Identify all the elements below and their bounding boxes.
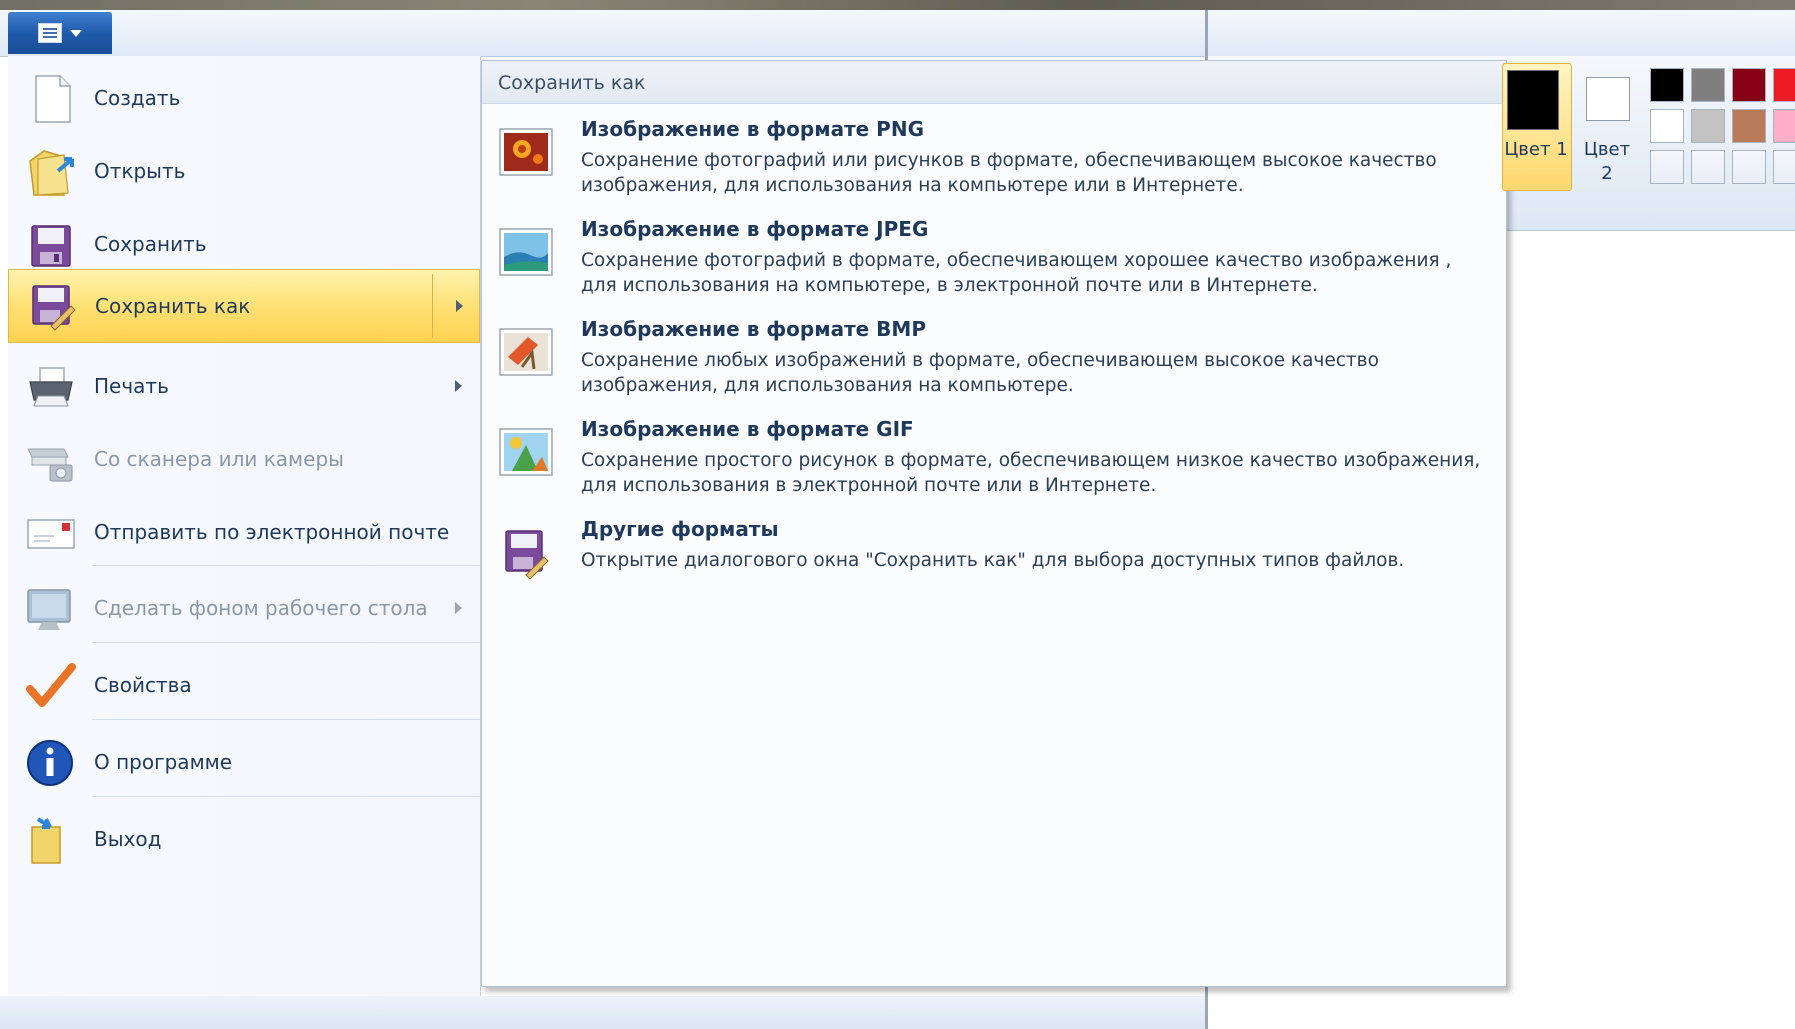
document-icon [38, 23, 62, 43]
submenu-header: Сохранить как [482, 61, 1506, 104]
file-menu: Создать Открыть Сохранить Сохранить как [8, 56, 481, 996]
menu-item-label: Свойства [94, 673, 192, 697]
menu-bottom-strip [0, 996, 1208, 1029]
palette-swatch[interactable] [1732, 109, 1766, 143]
other-formats-icon [505, 530, 549, 579]
submenu-title: Сохранить как [498, 72, 646, 94]
format-option-jpeg[interactable]: Изображение в формате JPEG Сохранение фо… [494, 217, 1494, 313]
format-option-png[interactable]: Изображение в формате PNG Сохранение фот… [494, 117, 1494, 213]
chevron-down-icon [70, 29, 82, 37]
chevron-right-icon[interactable] [456, 300, 463, 312]
menu-item-label: Выход [94, 827, 162, 851]
open-folder-icon [29, 150, 74, 196]
exit-icon [31, 817, 61, 864]
checkmark-icon [26, 663, 76, 707]
format-title: Другие форматы [581, 517, 779, 541]
palette-swatch[interactable] [1732, 68, 1766, 102]
format-title: Изображение в формате PNG [581, 117, 924, 141]
jpeg-image-icon [499, 228, 553, 276]
png-image-icon [499, 128, 553, 176]
desktop-monitor-icon [27, 589, 71, 630]
menu-item-new[interactable]: Создать [8, 56, 480, 140]
format-title: Изображение в формате GIF [581, 417, 914, 441]
palette-swatch[interactable] [1691, 68, 1725, 102]
menu-item-set-wallpaper: Сделать фоном рабочего стола [8, 566, 480, 650]
palette-swatch[interactable] [1691, 150, 1725, 184]
menu-item-label: О программе [94, 750, 233, 774]
window-top-strip [0, 0, 1795, 10]
new-document-icon [35, 75, 71, 123]
email-envelope-icon [27, 519, 75, 549]
menu-item-scanner: Со сканера или камеры [8, 417, 480, 501]
palette-swatch[interactable] [1773, 109, 1795, 143]
menu-item-label: Сохранить [94, 232, 207, 256]
chevron-right-icon [455, 602, 462, 614]
format-description: Открытие диалогового окна "Сохранить как… [581, 550, 1405, 571]
menu-item-label: Отправить по электронной почте [94, 520, 450, 544]
floppy-disk-icon [31, 225, 71, 267]
menu-item-label: Сделать фоном рабочего стола [94, 596, 428, 620]
palette-swatch[interactable] [1650, 150, 1684, 184]
chevron-right-icon [455, 380, 462, 392]
file-menu-button[interactable] [8, 12, 112, 54]
split-divider [432, 274, 433, 338]
format-title: Изображение в формате BMP [581, 317, 926, 341]
menu-item-properties[interactable]: Свойства [8, 643, 480, 727]
format-option-gif[interactable]: Изображение в формате GIF Сохранение про… [494, 417, 1494, 513]
menu-item-label: Создать [94, 86, 181, 110]
menu-item-label: Печать [94, 374, 169, 398]
palette-swatch[interactable] [1650, 68, 1684, 102]
format-description: Сохранение простого рисунок в формате, о… [581, 450, 1481, 496]
menu-item-label: Сохранить как [95, 294, 251, 318]
palette-swatch[interactable] [1732, 150, 1766, 184]
gif-image-icon [499, 428, 553, 476]
color1-label: Цвет 1 [1504, 139, 1568, 160]
format-description: Сохранение фотографий в формате, обеспеч… [581, 250, 1452, 296]
save-as-icon [32, 285, 76, 331]
format-title: Изображение в формате JPEG [581, 217, 929, 241]
menu-item-exit[interactable]: Выход [8, 797, 480, 881]
menu-item-email[interactable]: Отправить по электронной почте [8, 490, 480, 574]
format-option-other[interactable]: Другие форматы Открытие диалогового окна… [494, 517, 1494, 613]
scanner-camera-icon [27, 448, 73, 482]
bmp-image-icon [499, 328, 553, 376]
menu-item-label: Со сканера или камеры [94, 447, 344, 471]
ribbon-tab-bar [0, 10, 1795, 57]
color1-swatch [1507, 70, 1559, 130]
format-description: Сохранение фотографий или рисунков в фор… [581, 150, 1437, 196]
color2-swatch[interactable] [1586, 77, 1630, 121]
palette-swatch[interactable] [1691, 109, 1725, 143]
menu-item-about[interactable]: О программе [8, 720, 480, 804]
format-option-bmp[interactable]: Изображение в формате BMP Сохранение люб… [494, 317, 1494, 413]
menu-item-save-as[interactable]: Сохранить как [8, 269, 480, 343]
printer-icon [29, 367, 73, 407]
format-description: Сохранение любых изображений в формате, … [581, 350, 1379, 396]
menu-item-label: Открыть [94, 159, 186, 183]
palette-swatch[interactable] [1773, 68, 1795, 102]
menu-item-open[interactable]: Открыть [8, 129, 480, 213]
palette-swatch[interactable] [1773, 150, 1795, 184]
info-icon [27, 740, 73, 786]
color2-label: Цвет 2 [1583, 139, 1631, 184]
save-as-submenu: Сохранить как Изображение в формате PNG … [481, 60, 1507, 987]
palette-swatch[interactable] [1650, 109, 1684, 143]
menu-item-print[interactable]: Печать [8, 344, 480, 428]
